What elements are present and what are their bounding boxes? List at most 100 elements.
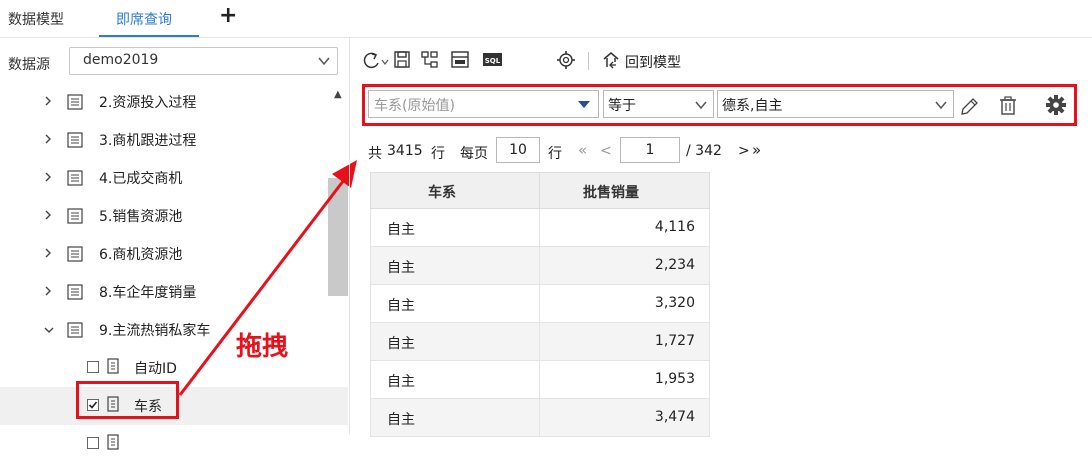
table-row: 自主 3,474 (370, 399, 710, 437)
datasource-label: 数据源 (8, 57, 50, 73)
datasource-select[interactable]: demo2019 (69, 47, 338, 75)
gear-icon[interactable] (1045, 94, 1067, 116)
chevron-right-icon[interactable] (43, 171, 53, 187)
cell-series: 自主 (387, 298, 415, 314)
total-prefix: 共 (368, 146, 382, 162)
annotation-highlight-field (76, 381, 179, 419)
back-to-model-icon[interactable] (602, 50, 620, 70)
table-icon (67, 170, 83, 190)
next-page-icon[interactable]: > (738, 143, 750, 159)
tree-table-item[interactable]: 6.商机资源池 (0, 235, 325, 273)
cell-divider (539, 399, 540, 436)
sql-icon-text: SQL (485, 57, 501, 65)
tab-data-model[interactable]: 数据模型 (8, 9, 64, 29)
refresh-icon[interactable] (360, 50, 390, 72)
caret-down-icon (578, 101, 590, 108)
tree-table-label: 2.资源投入过程 (99, 95, 197, 111)
cell-sales: 2,234 (654, 257, 695, 273)
table-row: 自主 3,320 (370, 285, 710, 323)
column-header-sales[interactable]: 批售销量 (583, 182, 639, 202)
cell-sales: 4,116 (654, 219, 695, 235)
tree-table-label: 3.商机跟进过程 (99, 133, 197, 149)
tab-ad-hoc-query[interactable]: 即席查询 (116, 9, 172, 29)
toolbar-separator (588, 52, 589, 70)
filter-value-text: 德系,自主 (722, 98, 783, 114)
column-header-series[interactable]: 车系 (428, 182, 456, 202)
filter-operator-select[interactable]: 等于 (603, 90, 714, 118)
table-view-icon[interactable] (451, 50, 469, 70)
cell-sales: 1,953 (654, 371, 695, 387)
first-page-icon[interactable]: « (578, 141, 587, 159)
scroll-up-icon[interactable]: ▲ (334, 89, 342, 100)
cell-series: 自主 (387, 374, 415, 390)
table-row: 自主 2,234 (370, 247, 710, 285)
chevron-right-icon[interactable] (43, 95, 53, 111)
cell-series: 自主 (387, 260, 415, 276)
chevron-down-icon (318, 57, 330, 66)
cell-series: 自主 (387, 412, 415, 428)
chevron-down-icon (935, 101, 947, 110)
cell-divider (539, 361, 540, 398)
chevron-right-icon[interactable] (43, 133, 53, 149)
page-total: / 342 (686, 143, 722, 159)
sql-icon[interactable]: SQL (482, 50, 504, 70)
add-tab-button[interactable]: + (219, 3, 237, 28)
table-icon (67, 94, 83, 114)
tree-table-label: 4.已成交商机 (99, 171, 183, 187)
active-tab-indicator (99, 35, 199, 37)
edit-pencil-icon[interactable] (958, 96, 980, 118)
table-row: 自主 1,727 (370, 323, 710, 361)
table-icon (67, 322, 83, 342)
cell-divider (539, 247, 540, 284)
tab-bar: 数据模型 即席查询 + (0, 0, 1092, 38)
table-row: 自主 1,953 (370, 361, 710, 399)
cell-sales: 3,320 (654, 295, 695, 311)
field-icon (106, 358, 120, 378)
field-icon (106, 434, 120, 454)
panel-divider (349, 38, 350, 434)
chevron-right-icon[interactable] (43, 247, 53, 263)
tree-table-item[interactable]: 8.车企年度销量 (0, 273, 325, 311)
table-icon (67, 284, 83, 304)
tree-field-item[interactable] (0, 425, 325, 463)
header-divider (539, 173, 540, 209)
per-page-input[interactable]: 10 (496, 137, 540, 163)
total-rows: 3415 (387, 143, 423, 159)
chevron-down-icon[interactable] (43, 323, 55, 339)
filter-value-select[interactable]: 德系,自主 (717, 90, 954, 118)
back-to-model-label[interactable]: 回到模型 (625, 52, 681, 72)
scrollbar-thumb[interactable] (328, 178, 348, 296)
tree-table-label: 6.商机资源池 (99, 247, 183, 263)
annotation-drag-label: 拖拽 (236, 332, 289, 362)
settings-icon[interactable] (556, 50, 576, 70)
chevron-right-icon[interactable] (43, 285, 53, 301)
checkbox[interactable] (87, 437, 99, 449)
per-page-label: 每页 (460, 146, 488, 162)
table-header: 车系 批售销量 (370, 172, 710, 209)
tree-table-label: 5.销售资源池 (99, 209, 183, 225)
tree-table-item[interactable]: 5.销售资源池 (0, 197, 325, 235)
trash-icon[interactable] (998, 95, 1018, 117)
cell-sales: 3,474 (654, 409, 695, 425)
cell-sales: 1,727 (654, 333, 695, 349)
cell-series: 自主 (387, 222, 415, 238)
table-row: 自主 4,116 (370, 209, 710, 247)
tree-table-item[interactable]: 2.资源投入过程 (0, 83, 325, 121)
chevron-right-icon[interactable] (43, 209, 53, 225)
tree-table-label: 9.主流热销私家车 (99, 323, 211, 339)
filter-operator-value: 等于 (608, 98, 636, 114)
table-icon (67, 208, 83, 228)
tree-table-label: 8.车企年度销量 (99, 285, 197, 301)
hierarchy-icon[interactable] (421, 50, 439, 70)
filter-field-select[interactable]: 车系(原始值) (368, 90, 599, 118)
tree-field-label: 自动ID (134, 361, 177, 377)
page-input[interactable]: 1 (620, 137, 680, 163)
cell-series: 自主 (387, 336, 415, 352)
rows-label: 行 (548, 146, 562, 162)
tree-table-item[interactable]: 3.商机跟进过程 (0, 121, 325, 159)
prev-page-icon[interactable]: < (600, 143, 612, 159)
last-page-icon[interactable]: » (752, 141, 761, 159)
checkbox[interactable] (87, 361, 99, 373)
save-icon[interactable] (393, 50, 411, 70)
tree-table-item[interactable]: 4.已成交商机 (0, 159, 325, 197)
